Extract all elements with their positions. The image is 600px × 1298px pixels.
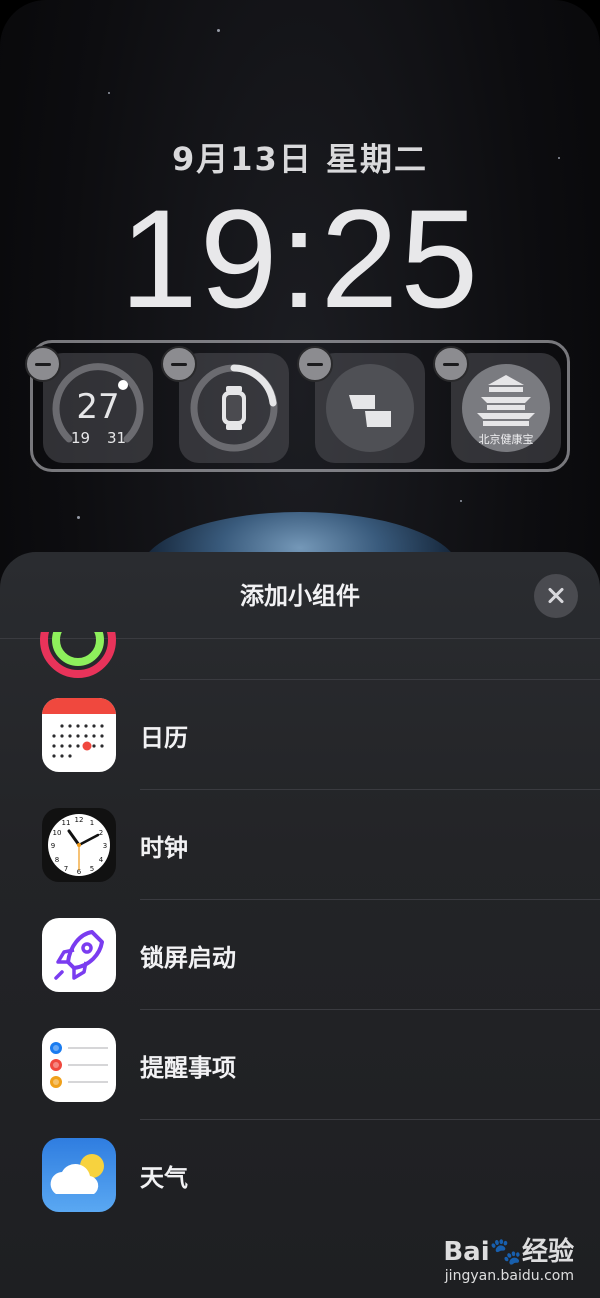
- clock-icon: 12 3 6 9 1245 7 8 10 11: [42, 808, 116, 882]
- svg-text:7: 7: [64, 865, 68, 873]
- reminders-icon: [42, 1028, 116, 1102]
- list-item-clock[interactable]: 12 3 6 9 1245 7 8 10 11 时钟: [0, 790, 600, 900]
- list-item-label: 天气: [140, 1164, 188, 1192]
- lockscreen-date[interactable]: 9月13日 星期二: [0, 134, 600, 180]
- add-widget-sheet: 添加小组件 日历 12 3 6 9 1 2 4 5 7 8 10 11 时钟 锁…: [0, 552, 600, 1298]
- svg-text:5: 5: [90, 865, 94, 873]
- star: [108, 92, 110, 94]
- baidu-jingyan-watermark: Bai🐾经验 jingyan.baidu.com: [443, 1231, 574, 1284]
- svg-text:10: 10: [53, 829, 62, 837]
- shortcut-widget[interactable]: [297, 346, 425, 463]
- list-item-reminders[interactable]: 提醒事项: [0, 1010, 600, 1120]
- temperature-low: 19: [71, 429, 91, 447]
- svg-text:12: 12: [75, 816, 84, 824]
- list-item-label: 日历: [140, 724, 188, 752]
- watermark-url: jingyan.baidu.com: [444, 1268, 574, 1284]
- activity-rings-icon: [40, 632, 116, 678]
- star: [217, 29, 220, 32]
- watermark-brand2: 经验: [521, 1237, 574, 1267]
- list-item-launcher[interactable]: 锁屏启动: [0, 900, 600, 1010]
- weather-icon: [42, 1138, 116, 1212]
- list-item-label: 时钟: [140, 834, 188, 862]
- list-item-calendar[interactable]: 日历: [0, 680, 600, 790]
- shortcut-icon: [326, 364, 414, 452]
- svg-text:8: 8: [55, 856, 59, 864]
- watermark-brand: Bai: [443, 1237, 490, 1267]
- beijing-health-label: 北京健康宝: [478, 433, 534, 446]
- watch-icon: [190, 364, 278, 452]
- beijing-health-widget[interactable]: 北京健康宝: [433, 346, 561, 463]
- star: [460, 500, 462, 502]
- paw-icon: 🐾: [489, 1237, 522, 1267]
- temperature-value: 27: [76, 387, 120, 427]
- list-item-weather[interactable]: 天气: [0, 1120, 600, 1230]
- svg-text:11: 11: [62, 819, 71, 827]
- calendar-icon: [42, 698, 116, 772]
- svg-text:1: 1: [90, 819, 94, 827]
- watch-battery-widget[interactable]: [161, 346, 289, 463]
- svg-text:9: 9: [51, 842, 55, 850]
- list-item-label: 提醒事项: [140, 1054, 236, 1082]
- svg-text:4: 4: [99, 856, 104, 864]
- temperature-widget[interactable]: 27 19 31: [25, 346, 153, 463]
- star: [77, 516, 80, 519]
- temperature-high: 31: [107, 429, 127, 447]
- lock-screen-editor: 9月13日 星期二 19:25 27 19 31 北京健康宝 添加小组件 日历 …: [0, 0, 600, 1298]
- rocket-icon: [42, 918, 116, 992]
- list-item-label: 锁屏启动: [140, 944, 236, 972]
- lockscreen-time[interactable]: 19:25: [0, 178, 600, 340]
- widget-area[interactable]: 27 19 31 北京健康宝: [25, 340, 570, 472]
- list-item-fitness[interactable]: [0, 570, 600, 680]
- svg-text:2: 2: [99, 829, 103, 837]
- svg-text:3: 3: [103, 842, 107, 850]
